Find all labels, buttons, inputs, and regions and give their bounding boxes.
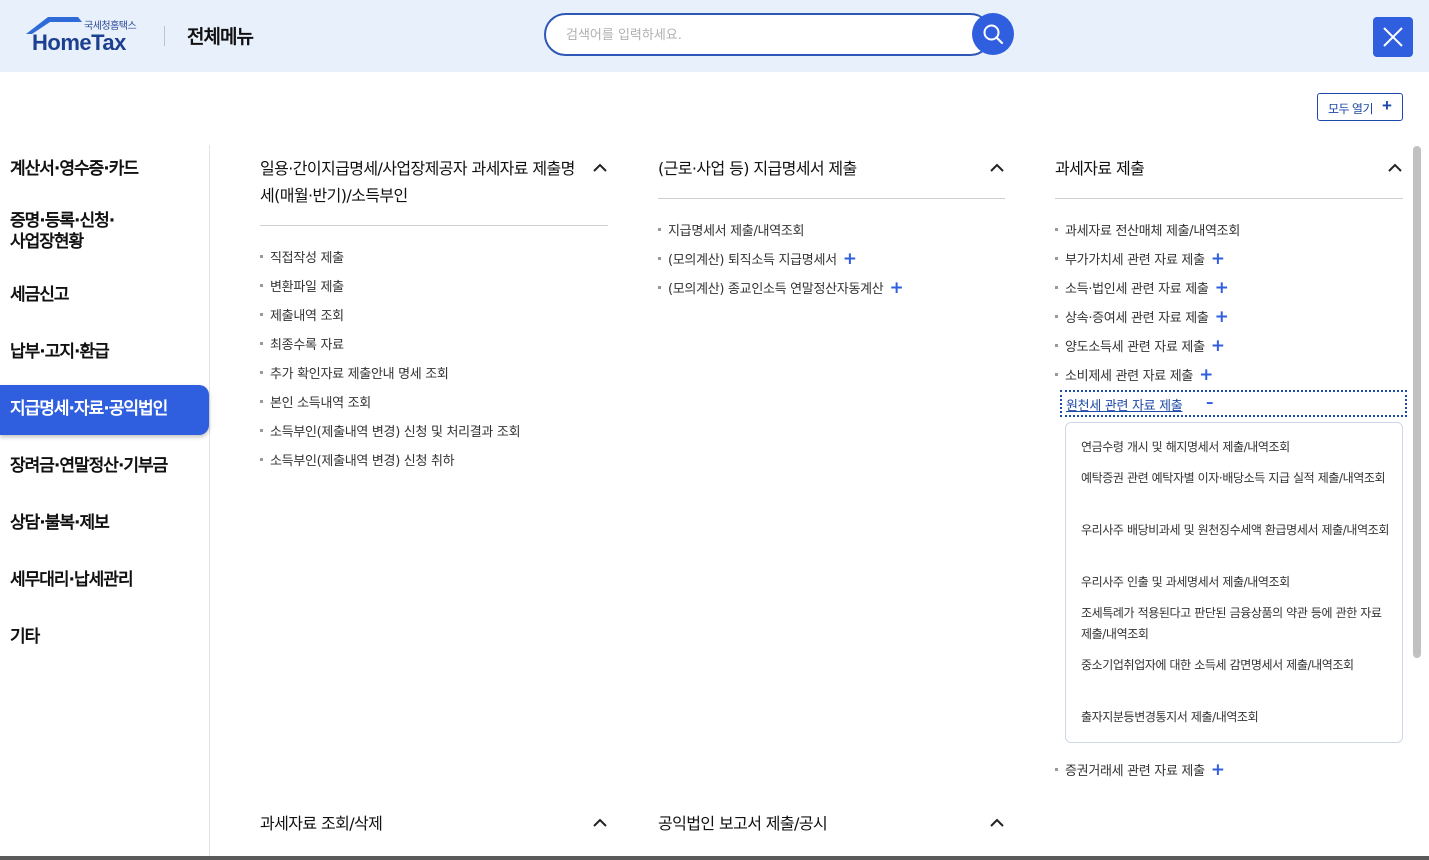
col2-divider bbox=[658, 198, 1005, 199]
list-item-label: 상속·증여세 관련 자료 제출 bbox=[1065, 311, 1209, 326]
search-input[interactable] bbox=[566, 25, 946, 45]
col1-divider bbox=[260, 225, 608, 226]
list-item[interactable]: 추가 확인자료 제출안내 명세 조회 bbox=[260, 363, 449, 382]
expand-all-label: 모두 열기 bbox=[1328, 102, 1374, 116]
sidebar-item-payment-statements[interactable]: 지급명세·자료·공익법인 bbox=[0, 385, 209, 435]
list-item-label: (모의계산) 종교인소득 연말정산자동계산 bbox=[668, 282, 884, 297]
plus-icon[interactable]: + bbox=[1211, 336, 1225, 356]
col2-title[interactable]: (근로·사업 등) 지급명세서 제출 bbox=[658, 155, 978, 182]
plus-icon[interactable]: + bbox=[843, 249, 857, 269]
sidebar-item-consulting[interactable]: 상담·불복·제보 bbox=[10, 513, 200, 534]
bottom-col2-title[interactable]: 공익법인 보고서 제출/공시 bbox=[658, 810, 978, 837]
list-item[interactable]: 변환파일 제출 bbox=[260, 276, 344, 295]
plus-icon[interactable]: + bbox=[889, 278, 903, 298]
search-box bbox=[544, 13, 992, 56]
submenu-item[interactable]: 우리사주 배당비과세 및 원천징수세액 환급명세서 제출/내역조회 bbox=[1081, 520, 1391, 541]
list-item-label: (모의계산) 퇴직소득 지급명세서 bbox=[668, 253, 837, 268]
all-menu-panel: 국세청홈택스 HomeTax 전체메뉴 모두 열기 + 계산서·영수증·카드 증… bbox=[0, 0, 1429, 856]
search-icon bbox=[983, 24, 1004, 45]
list-item[interactable]: 소득부인(제출내역 변경) 신청 취하 bbox=[259, 450, 455, 469]
list-item[interactable]: 증권거래세 관련 자료 제출 + bbox=[1055, 760, 1225, 780]
chevron-up-icon[interactable] bbox=[990, 163, 1004, 173]
list-item[interactable]: 본인 소득내역 조회 bbox=[260, 392, 371, 411]
list-item[interactable]: 양도소득세 관련 자료 제출 + bbox=[1055, 336, 1225, 356]
logo-text: HomeTax bbox=[32, 30, 126, 55]
list-item-label: 소득·법인세 관련 자료 제출 bbox=[1065, 282, 1209, 297]
chevron-up-icon[interactable] bbox=[593, 818, 607, 828]
list-item-label: 소비제세 관련 자료 제출 bbox=[1065, 369, 1194, 384]
search-button[interactable] bbox=[972, 13, 1014, 55]
sidebar-item-incentives[interactable]: 장려금·연말정산·기부금 bbox=[10, 456, 200, 477]
list-item[interactable]: 소득·법인세 관련 자료 제출 + bbox=[1055, 278, 1229, 298]
minus-icon[interactable]: – bbox=[1206, 393, 1214, 411]
list-item[interactable]: (모의계산) 퇴직소득 지급명세서 + bbox=[658, 249, 857, 269]
list-item[interactable]: 제출내역 조회 bbox=[260, 305, 344, 324]
col3-divider bbox=[1055, 198, 1403, 199]
hometax-logo[interactable]: 국세청홈택스 HomeTax bbox=[24, 14, 149, 56]
submenu-item[interactable]: 연금수령 개시 및 해지명세서 제출/내역조회 bbox=[1081, 437, 1391, 458]
col1-title[interactable]: 일용·간이지급명세/사업장제공자 과세자료 제출명세(매월·반기)/소득부인 bbox=[260, 155, 585, 209]
list-item-label: 양도소득세 관련 자료 제출 bbox=[1065, 340, 1205, 355]
submenu-item[interactable]: 예탁증권 관련 예탁자별 이자·배당소득 지급 실적 제출/내역조회 bbox=[1081, 468, 1391, 489]
submenu-item[interactable]: 우리사주 인출 및 과세명세서 제출/내역조회 bbox=[1081, 572, 1391, 593]
list-item[interactable]: 최종수록 자료 bbox=[260, 334, 344, 353]
expand-all-button[interactable]: 모두 열기 + bbox=[1317, 93, 1403, 121]
sidebar-item-etc[interactable]: 기타 bbox=[10, 627, 200, 648]
chevron-up-icon[interactable] bbox=[593, 163, 607, 173]
close-icon bbox=[1383, 27, 1403, 47]
scrollbar[interactable] bbox=[1413, 146, 1421, 658]
list-item[interactable]: 상속·증여세 관련 자료 제출 + bbox=[1055, 307, 1229, 327]
withholding-submenu: 연금수령 개시 및 해지명세서 제출/내역조회 예탁증권 관련 예탁자별 이자·… bbox=[1065, 422, 1403, 743]
submenu-item[interactable]: 출자지분등변경통지서 제출/내역조회 bbox=[1081, 707, 1391, 728]
sidebar-item-payment[interactable]: 납부·고지·환급 bbox=[10, 342, 200, 363]
chevron-up-icon[interactable] bbox=[1388, 163, 1402, 173]
close-button[interactable] bbox=[1373, 17, 1413, 57]
page-title: 전체메뉴 bbox=[187, 26, 254, 48]
list-item[interactable]: 지급명세서 제출/내역조회 bbox=[657, 220, 804, 239]
list-item-label: 부가가치세 관련 자료 제출 bbox=[1065, 253, 1205, 268]
header-divider bbox=[164, 26, 165, 46]
sidebar-item-tax-agent[interactable]: 세무대리·납세관리 bbox=[10, 570, 200, 591]
list-item[interactable]: 직접작성 제출 bbox=[260, 247, 344, 266]
bottom-col1-title[interactable]: 과세자료 조회/삭제 bbox=[260, 810, 580, 837]
list-item[interactable]: 과세자료 전산매체 제출/내역조회 bbox=[1055, 220, 1240, 239]
submenu-item[interactable]: 중소기업취업자에 대한 소득세 감면명세서 제출/내역조회 bbox=[1081, 655, 1391, 676]
submenu-item[interactable]: 조세특례가 적용된다고 판단된 금융상품의 약관 등에 관한 자료 제출/내역조… bbox=[1081, 603, 1391, 645]
col3-title[interactable]: 과세자료 제출 bbox=[1055, 155, 1375, 182]
list-item-label: 증권거래세 관련 자료 제출 bbox=[1065, 764, 1205, 779]
plus-icon[interactable]: + bbox=[1215, 307, 1229, 327]
sidebar: 계산서·영수증·카드 증명·등록·신청· 사업장현황 세금신고 납부·고지·환급… bbox=[0, 145, 210, 856]
sidebar-item-invoices[interactable]: 계산서·영수증·카드 bbox=[10, 159, 200, 180]
list-item[interactable]: 소비제세 관련 자료 제출 + bbox=[1054, 365, 1213, 385]
header: 국세청홈택스 HomeTax 전체메뉴 bbox=[0, 0, 1429, 72]
sidebar-item-tax-filing[interactable]: 세금신고 bbox=[10, 285, 200, 306]
list-item[interactable]: (모의계산) 종교인소득 연말정산자동계산 + bbox=[657, 278, 904, 298]
chevron-up-icon[interactable] bbox=[990, 818, 1004, 828]
plus-icon[interactable]: + bbox=[1211, 760, 1225, 780]
withholding-tax-item[interactable]: 원천세 관련 자료 제출 – bbox=[1060, 390, 1407, 417]
plus-icon[interactable]: + bbox=[1215, 278, 1229, 298]
withholding-tax-label: 원천세 관련 자료 제출 bbox=[1066, 399, 1183, 414]
list-item[interactable]: 부가가치세 관련 자료 제출 + bbox=[1055, 249, 1225, 269]
plus-icon[interactable]: + bbox=[1199, 365, 1213, 385]
plus-icon: + bbox=[1382, 96, 1392, 115]
list-item[interactable]: 소득부인(제출내역 변경) 신청 및 처리결과 조회 bbox=[259, 421, 521, 440]
sidebar-item-certificates[interactable]: 증명·등록·신청· 사업장현황 bbox=[10, 211, 200, 253]
plus-icon[interactable]: + bbox=[1211, 249, 1225, 269]
